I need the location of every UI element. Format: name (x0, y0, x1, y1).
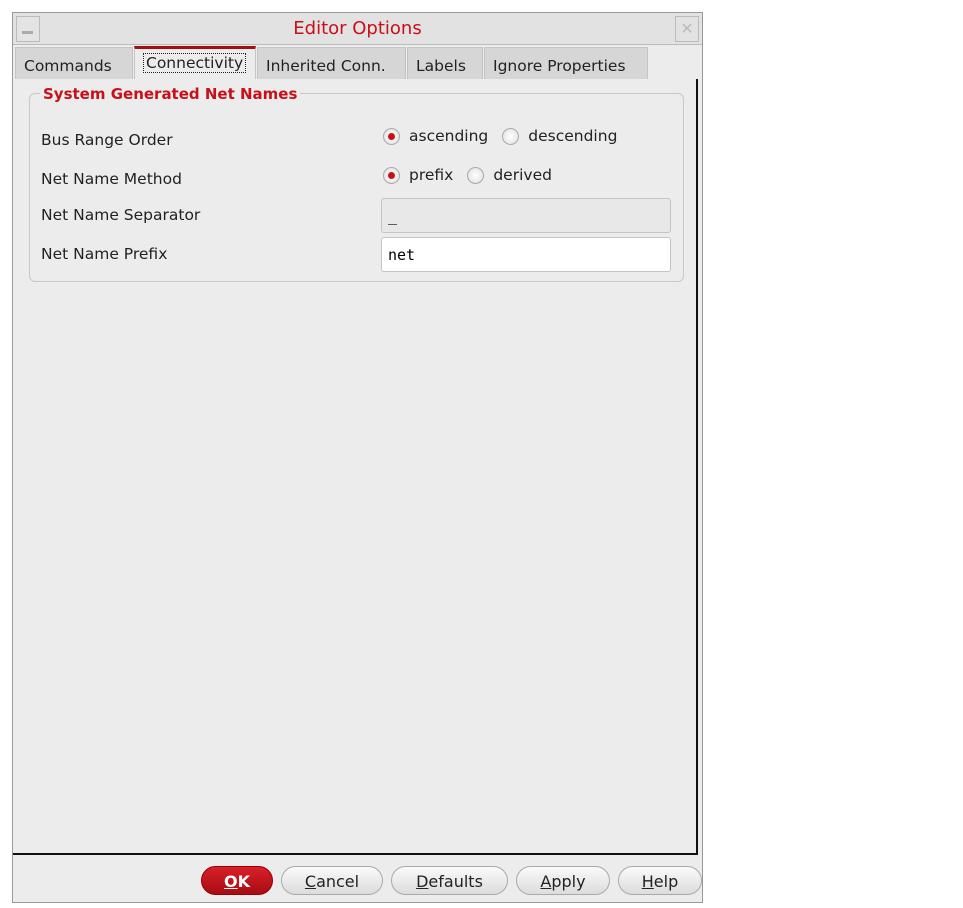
tab-commands[interactable]: Commands (15, 47, 133, 79)
label: elp (653, 872, 679, 891)
cancel-button[interactable]: Cancel (281, 866, 383, 895)
tab-label: Connectivity (143, 53, 247, 73)
tab-labels[interactable]: Labels (407, 47, 483, 79)
prefix-label[interactable]: prefix (409, 166, 453, 184)
apply-button[interactable]: Apply (516, 866, 610, 895)
tab-bar: Commands Connectivity Inherited Conn. La… (15, 46, 649, 79)
group-title: System Generated Net Names (40, 85, 301, 103)
label: ancel (316, 872, 360, 891)
editor-options-dialog: Editor Options ✕ Commands Connectivity I… (12, 12, 703, 903)
ascending-radio[interactable] (383, 127, 400, 145)
tab-ignore-properties[interactable]: Ignore Properties (484, 47, 648, 79)
tab-connectivity[interactable]: Connectivity (134, 46, 256, 79)
tab-label: Inherited Conn. (266, 57, 386, 75)
title-bar: Editor Options ✕ (13, 13, 702, 45)
mnemonic: O (223, 872, 238, 891)
window-title: Editor Options (293, 18, 422, 39)
net-name-separator-field[interactable]: _ (381, 198, 671, 233)
tab-label: Labels (416, 57, 466, 75)
label: pply (551, 872, 586, 891)
connectivity-panel: System Generated Net Names Bus Range Ord… (13, 79, 698, 855)
net-name-method-label: Net Name Method (41, 170, 182, 188)
help-button[interactable]: Help (618, 866, 702, 895)
net-name-separator-label: Net Name Separator (41, 206, 201, 224)
net-name-prefix-field[interactable]: net (381, 237, 671, 272)
derived-radio[interactable] (467, 166, 485, 184)
defaults-button[interactable]: Defaults (391, 866, 508, 895)
system-generated-net-names-group: System Generated Net Names Bus Range Ord… (29, 85, 684, 282)
mnemonic: H (641, 872, 654, 891)
ascending-label[interactable]: ascending (409, 127, 488, 145)
bus-range-order-label: Bus Range Order (41, 131, 173, 149)
tab-label: Commands (24, 57, 112, 75)
mnemonic: D (416, 872, 429, 891)
label: K (237, 872, 250, 891)
tab-label: Ignore Properties (493, 57, 626, 75)
net-name-prefix-label: Net Name Prefix (41, 245, 168, 263)
descending-radio[interactable] (502, 127, 520, 145)
descending-label[interactable]: descending (528, 127, 617, 145)
mnemonic: A (540, 872, 552, 891)
button-bar: OK Cancel Defaults Apply Help (201, 866, 710, 895)
ok-button[interactable]: OK (201, 866, 273, 895)
prefix-radio[interactable] (383, 166, 400, 184)
label: efaults (428, 872, 483, 891)
derived-label[interactable]: derived (493, 166, 552, 184)
mnemonic: C (304, 872, 317, 891)
close-button[interactable]: ✕ (675, 16, 699, 42)
tab-inherited-conn[interactable]: Inherited Conn. (257, 47, 406, 79)
